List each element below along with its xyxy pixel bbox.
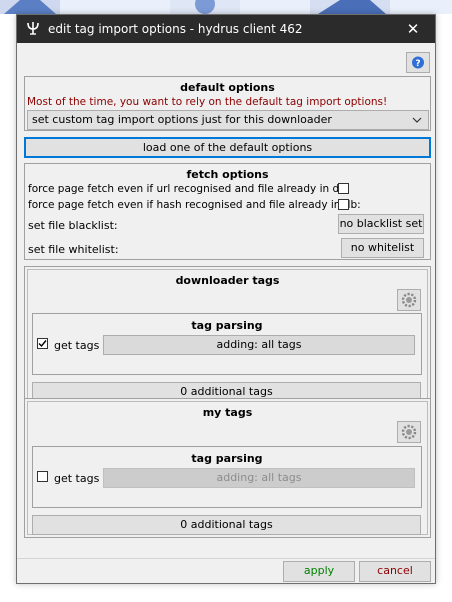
my-tags-tag-parsing-group: tag parsing get tags adding: all tags	[32, 446, 422, 508]
close-icon[interactable]: ✕	[395, 15, 431, 43]
window-title: edit tag import options - hydrus client …	[48, 22, 303, 36]
downloader-get-tags-checkbox[interactable]	[37, 338, 48, 349]
apply-button[interactable]: apply	[283, 561, 355, 582]
background-thumbnail	[0, 0, 60, 14]
downloader-tags-group: downloader tags tag parsing get tags add…	[24, 266, 431, 404]
help-icon: ?	[412, 56, 424, 69]
background-thumbnail	[310, 0, 390, 14]
downloader-tag-parsing-group: tag parsing get tags adding: all tags	[32, 313, 422, 375]
my-tags-group: my tags tag parsing get tags adding: all…	[24, 398, 431, 538]
chevron-down-icon	[412, 117, 422, 123]
gear-icon	[401, 292, 417, 308]
checkmark-icon	[38, 340, 47, 348]
url-fetch-label: force page fetch even if url recognised …	[28, 183, 350, 195]
default-options-group: default options Most of the time, you wa…	[24, 76, 431, 131]
tag-import-options-dropdown[interactable]: set custom tag import options just for t…	[27, 110, 429, 130]
my-tags-get-tags-label: get tags	[54, 472, 100, 485]
downloader-adding-tags-button[interactable]: adding: all tags	[103, 335, 415, 355]
footer-divider	[17, 558, 435, 559]
dialog-window: edit tag import options - hydrus client …	[16, 14, 436, 584]
title-bar[interactable]: edit tag import options - hydrus client …	[17, 15, 435, 43]
blacklist-label: set file blacklist:	[28, 219, 118, 232]
my-tags-get-tags-checkbox[interactable]	[37, 471, 48, 482]
default-options-heading: default options	[180, 81, 275, 94]
psi-icon	[27, 22, 39, 35]
downloader-tags-settings-button[interactable]	[397, 289, 421, 311]
default-options-warning: Most of the time, you want to rely on th…	[27, 96, 388, 108]
load-default-options-button[interactable]: load one of the default options	[24, 137, 431, 158]
my-tags-adding-tags-button[interactable]: adding: all tags	[103, 468, 415, 488]
my-tags-settings-button[interactable]	[397, 421, 421, 443]
dropdown-selected-value: set custom tag import options just for t…	[32, 113, 332, 126]
svg-text:?: ?	[415, 59, 420, 69]
background-thumbnail	[170, 0, 240, 14]
cancel-button[interactable]: cancel	[359, 561, 431, 582]
hash-fetch-checkbox[interactable]	[338, 199, 349, 210]
whitelist-label: set file whitelist:	[28, 243, 119, 256]
downloader-tags-heading: downloader tags	[175, 274, 280, 287]
my-tags-tag-parsing-heading: tag parsing	[191, 452, 263, 465]
my-tags-additional-tags-button[interactable]: 0 additional tags	[32, 515, 421, 535]
downloader-tag-parsing-heading: tag parsing	[191, 319, 263, 332]
whitelist-button[interactable]: no whitelist	[341, 238, 424, 258]
url-fetch-checkbox[interactable]	[338, 183, 349, 194]
help-button[interactable]: ?	[406, 52, 430, 73]
hash-fetch-label: force page fetch even if hash recognised…	[28, 199, 361, 211]
gear-icon	[401, 424, 417, 440]
fetch-options-group: fetch options force page fetch even if u…	[24, 163, 431, 260]
fetch-options-heading: fetch options	[186, 168, 269, 181]
downloader-get-tags-label: get tags	[54, 339, 100, 352]
my-tags-heading: my tags	[202, 406, 253, 419]
blacklist-button[interactable]: no blacklist set	[338, 214, 424, 234]
